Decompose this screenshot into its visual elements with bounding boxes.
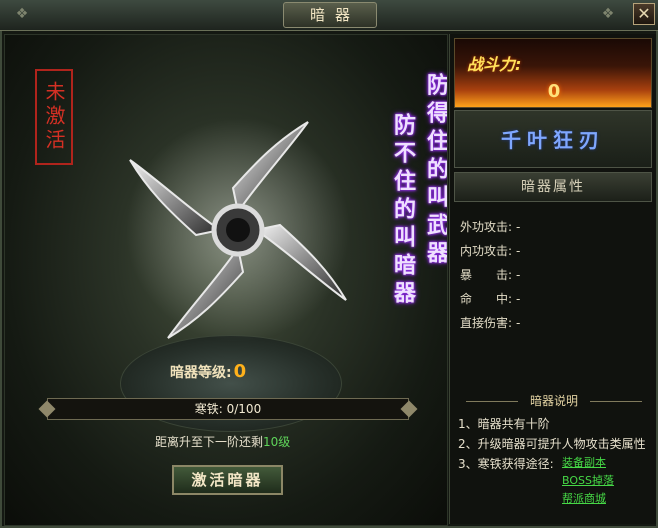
attribute-row: 直接伤害: -	[460, 312, 650, 336]
inactive-stamp: 未激活	[35, 69, 73, 165]
close-button[interactable]: ✕	[633, 3, 655, 25]
explanation-list: 1、暗器共有十阶 2、升级暗器可提升人物攻击类属性 3、寒铁获得途径:	[458, 414, 654, 474]
slogan-line-2: 防不住的叫暗器	[390, 113, 416, 309]
attribute-row: 暴 击: -	[460, 264, 650, 288]
attribute-row: 命 中: -	[460, 288, 650, 312]
link-equipment-dungeon[interactable]: 装备副本	[562, 454, 614, 472]
weapon-name: 千叶狂刃	[501, 128, 605, 152]
divider	[590, 401, 642, 402]
slogan-line-1: 防得住的叫武器	[423, 73, 448, 269]
attribute-value: -	[516, 316, 521, 330]
close-icon: ✕	[637, 4, 651, 23]
explanation-line: 2、升级暗器可提升人物攻击类属性	[458, 437, 646, 451]
link-boss-drop[interactable]: BOSS掉落	[562, 472, 614, 490]
attribute-value: -	[516, 220, 521, 234]
weapon-level-label: 暗器等级:	[170, 365, 232, 381]
attribute-label: 外功攻击:	[460, 220, 513, 234]
next-tier-prefix: 距离升至下一阶还剩	[155, 435, 264, 449]
shuriken-icon	[126, 118, 350, 342]
explanation-header: 暗器说明	[458, 392, 650, 410]
window-title: 暗器	[283, 2, 377, 28]
next-tier-info: 距离升至下一阶还剩10级	[155, 433, 290, 450]
corner-ornament-icon: ❖	[15, 6, 29, 22]
combat-power-label: 战斗力:	[467, 55, 522, 74]
weapon-display-panel: 未激活 防得住的叫武器 防不住的叫暗器 暗器等级: 0 寒铁: 0/100 距离…	[4, 34, 448, 526]
attribute-value: -	[516, 244, 521, 258]
activate-weapon-button[interactable]: 激活暗器	[172, 465, 283, 495]
explanation-line: 3、寒铁获得途径:	[458, 457, 554, 471]
attribute-list: 外功攻击: - 内功攻击: - 暴 击: - 命 中: - 直接伤害: -	[460, 216, 650, 336]
attribute-header: 暗器属性	[454, 172, 652, 202]
weapon-level: 暗器等级: 0	[170, 361, 246, 382]
weapon-name-box: 千叶狂刃	[454, 110, 652, 168]
combat-power-value: 0	[547, 81, 561, 102]
attribute-label: 暴 击:	[460, 268, 513, 282]
weapon-level-value: 0	[233, 361, 247, 382]
next-tier-levels: 10级	[263, 435, 291, 449]
progress-text: 寒铁: 0/100	[194, 402, 262, 416]
combat-power-box: 战斗力: 0	[454, 38, 652, 108]
attribute-label: 内功攻击:	[460, 244, 513, 258]
link-guild-shop[interactable]: 帮派商城	[562, 490, 614, 508]
cold-iron-progress-bar: 寒铁: 0/100	[47, 398, 409, 420]
weapon-info-panel: 战斗力: 0 千叶狂刃 暗器属性 外功攻击: - 内功攻击: - 暴 击: - 命 中…	[449, 34, 656, 524]
explanation-line: 1、暗器共有十阶	[458, 417, 550, 431]
attribute-label: 命 中:	[460, 292, 513, 306]
attribute-value: -	[516, 268, 521, 282]
title-bar: ❖ ❖ 暗器 ✕	[0, 0, 658, 31]
corner-ornament-icon: ❖	[601, 6, 615, 22]
attribute-label: 直接伤害:	[460, 316, 513, 330]
attribute-row: 内功攻击: -	[460, 240, 650, 264]
source-links: 装备副本 BOSS掉落 帮派商城	[562, 454, 614, 508]
attribute-row: 外功攻击: -	[460, 216, 650, 240]
attribute-value: -	[516, 292, 521, 306]
